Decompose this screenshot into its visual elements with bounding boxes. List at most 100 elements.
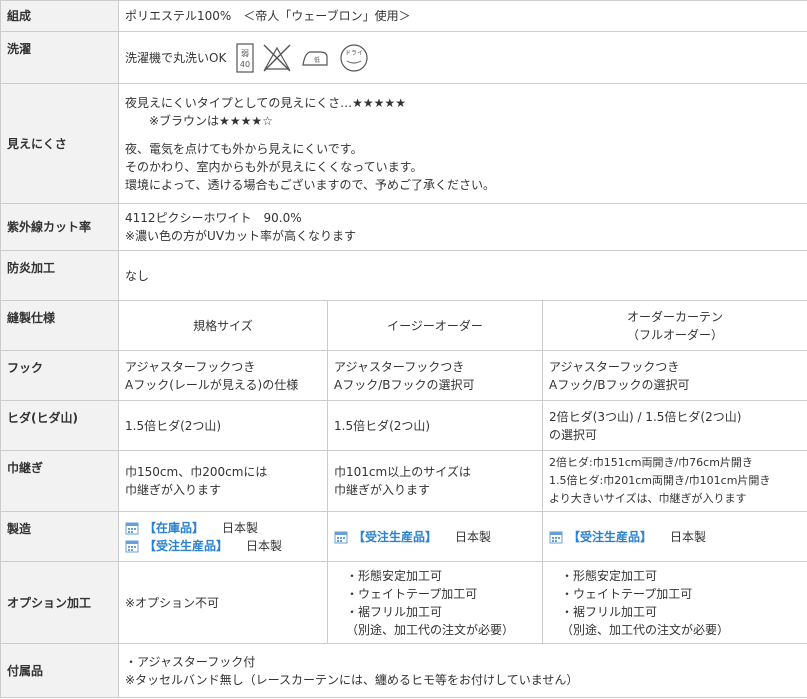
seam-easy-line1: 巾101cm以上のサイズは bbox=[334, 465, 471, 479]
pleat-full: 2倍ヒダ(3つ山) / 1.5倍ヒダ(2つ山) の選択可 bbox=[542, 400, 807, 451]
hook-standard-line1: アジャスターフックつき bbox=[125, 359, 256, 374]
row-uv: 紫外線カット率 4112ピクシーホワイト 90.0% ※濃い色の方がUVカット率… bbox=[0, 203, 807, 251]
iron-low-icon: 低 bbox=[302, 50, 328, 66]
seam-standard: 巾150cm、巾200cmには 巾継ぎが入ります bbox=[118, 450, 328, 512]
hook-full: アジャスターフックつき Aフック/Bフックの選択可 bbox=[542, 350, 807, 401]
flame-value: なし bbox=[118, 250, 807, 301]
row-manufacture: 製造 【在庫品】 日本製 【受注生産品】 日本製 【受注生産品】 日本製 【受注… bbox=[0, 511, 807, 562]
uv-line1: 4112ピクシーホワイト 90.0% bbox=[125, 211, 302, 225]
row-visibility: 見えにくさ 夜見えにくいタイプとしての見えにくさ…★★★★★ ※ブラウンは★★★… bbox=[0, 83, 807, 204]
uv-cell: 4112ピクシーホワイト 90.0% ※濃い色の方がUVカット率が高くなります bbox=[118, 203, 807, 251]
label-pleat: ヒダ(ヒダ山) bbox=[0, 400, 119, 451]
row-accessory: 付属品 ・アジャスターフック付 ※タッセルバンド無し（レースカーテンには、纏める… bbox=[0, 643, 807, 698]
option-full-l4: （別途、加工代の注文が必要） bbox=[561, 622, 730, 637]
label-uv: 紫外線カット率 bbox=[0, 203, 119, 251]
label-option: オプション加工 bbox=[0, 561, 119, 644]
uv-line2: ※濃い色の方がUVカット率が高くなります bbox=[125, 229, 357, 243]
made-to-order-label: 【受注生産品】 bbox=[353, 529, 438, 544]
option-full-l2: ・ウェイトテープ加工可 bbox=[561, 586, 693, 601]
seam-easy-line2: 巾継ぎが入ります bbox=[334, 483, 431, 497]
option-easy-l1: ・形態安定加工可 bbox=[346, 568, 443, 583]
manufacture-made-to-order: 【受注生産品】 日本製 bbox=[125, 537, 321, 555]
manufacture-easy-item: 【受注生産品】 日本製 bbox=[334, 528, 536, 546]
composition-value: ポリエステル100% ＜帝人「ウェーブロン」使用＞ bbox=[118, 0, 807, 32]
label-seam: 巾継ぎ bbox=[0, 450, 119, 512]
dry-clean-icon: ドライ bbox=[340, 43, 368, 72]
hook-full-line2: Aフック/Bフックの選択可 bbox=[549, 377, 690, 392]
pleat-easy: 1.5倍ヒダ(2つ山) bbox=[327, 400, 543, 451]
calendar-icon bbox=[125, 522, 139, 534]
seam-full-line1: 2倍ヒダ:巾151cm両開き/巾76cm片開き bbox=[549, 456, 753, 469]
option-full-l3: ・裾フリル加工可 bbox=[561, 604, 658, 619]
dry-label: ドライ bbox=[345, 50, 363, 57]
option-easy-l2: ・ウェイトテープ加工可 bbox=[346, 586, 478, 601]
accessory-cell: ・アジャスターフック付 ※タッセルバンド無し（レースカーテンには、纏めるヒモ等を… bbox=[118, 643, 807, 698]
row-composition: 組成 ポリエステル100% ＜帝人「ウェーブロン」使用＞ bbox=[0, 0, 807, 32]
hook-standard-line2: Aフック(レールが見える)の仕様 bbox=[125, 377, 299, 392]
hook-standard: アジャスターフックつき Aフック(レールが見える)の仕様 bbox=[118, 350, 328, 401]
seam-standard-line2: 巾継ぎが入ります bbox=[125, 483, 222, 497]
origin-label: 日本製 bbox=[246, 538, 283, 553]
calendar-icon bbox=[125, 540, 139, 552]
made-to-order-label: 【受注生産品】 bbox=[144, 538, 229, 553]
spec-table: 組成 ポリエステル100% ＜帝人「ウェーブロン」使用＞ 洗濯 洗濯機で丸洗いO… bbox=[0, 0, 807, 698]
wash-kanji-label: 弱 bbox=[241, 49, 249, 58]
hook-easy-line1: アジャスターフックつき bbox=[334, 359, 465, 374]
row-pleat: ヒダ(ヒダ山) 1.5倍ヒダ(2つ山) 1.5倍ヒダ(2つ山) 2倍ヒダ(3つ山… bbox=[0, 400, 807, 451]
row-washing: 洗濯 洗濯機で丸洗いOK 弱 40 低 ドライ bbox=[0, 31, 807, 84]
visibility-line4: そのかわり、室内からも外が見えにくくなっています。 bbox=[125, 159, 423, 174]
washing-icons: 弱 40 低 ドライ bbox=[236, 42, 370, 73]
hook-easy: アジャスターフックつき Aフック/Bフックの選択可 bbox=[327, 350, 543, 401]
label-hook: フック bbox=[0, 350, 119, 401]
manufacture-full-item: 【受注生産品】 日本製 bbox=[549, 528, 801, 546]
row-hook: フック アジャスターフックつき Aフック(レールが見える)の仕様 アジャスターフ… bbox=[0, 350, 807, 401]
option-standard: ※オプション不可 bbox=[118, 561, 328, 644]
calendar-icon bbox=[549, 531, 563, 543]
col-full-order-line1: オーダーカーテン bbox=[626, 309, 723, 324]
washing-value: 洗濯機で丸洗いOK bbox=[125, 50, 227, 65]
row-seam: 巾継ぎ 巾150cm、巾200cmには 巾継ぎが入ります 巾101cm以上のサイ… bbox=[0, 450, 807, 512]
in-stock-label: 【在庫品】 bbox=[144, 520, 205, 535]
label-sewing: 縫製仕様 bbox=[0, 300, 119, 351]
label-manufacture: 製造 bbox=[0, 511, 119, 562]
row-sewing: 縫製仕様 規格サイズ イージーオーダー オーダーカーテン （フルオーダー） bbox=[0, 300, 807, 351]
visibility-line1: 夜見えにくいタイプとしての見えにくさ…★★★★★ bbox=[125, 95, 406, 110]
seam-full: 2倍ヒダ:巾151cm両開き/巾76cm片開き 1.5倍ヒダ:巾201cm両開き… bbox=[542, 450, 807, 512]
wash-temp-label: 40 bbox=[240, 60, 250, 69]
col-easy-order: イージーオーダー bbox=[327, 300, 543, 351]
origin-label: 日本製 bbox=[222, 520, 259, 535]
calendar-icon bbox=[334, 531, 348, 543]
label-composition: 組成 bbox=[0, 0, 119, 32]
hook-easy-line2: Aフック/Bフックの選択可 bbox=[334, 377, 475, 392]
accessory-line1: ・アジャスターフック付 bbox=[125, 654, 256, 669]
manufacture-standard: 【在庫品】 日本製 【受注生産品】 日本製 bbox=[118, 511, 328, 562]
hook-full-line1: アジャスターフックつき bbox=[549, 359, 680, 374]
origin-label: 日本製 bbox=[455, 529, 492, 544]
seam-full-line3: より大きいサイズは、巾継ぎが入ります bbox=[549, 492, 747, 505]
option-easy-l4: （別途、加工代の注文が必要） bbox=[346, 622, 515, 637]
seam-standard-line1: 巾150cm、巾200cmには bbox=[125, 465, 268, 479]
col-standard-size: 規格サイズ bbox=[118, 300, 328, 351]
made-to-order-label: 【受注生産品】 bbox=[568, 529, 653, 544]
option-easy: ・形態安定加工可 ・ウェイトテープ加工可 ・裾フリル加工可 （別途、加工代の注文… bbox=[327, 561, 543, 644]
iron-low-label: 低 bbox=[314, 56, 320, 64]
accessory-line2: ※タッセルバンド無し（レースカーテンには、纏めるヒモ等をお付けしていません） bbox=[125, 672, 579, 687]
seam-full-line2: 1.5倍ヒダ:巾201cm両開き/巾101cm片開き bbox=[549, 474, 771, 487]
manufacture-full: 【受注生産品】 日本製 bbox=[542, 511, 807, 562]
option-full: ・形態安定加工可 ・ウェイトテープ加工可 ・裾フリル加工可 （別途、加工代の注文… bbox=[542, 561, 807, 644]
origin-label: 日本製 bbox=[670, 529, 707, 544]
visibility-line2: ※ブラウンは★★★★☆ bbox=[149, 113, 273, 128]
no-bleach-icon bbox=[263, 44, 291, 71]
seam-easy: 巾101cm以上のサイズは 巾継ぎが入ります bbox=[327, 450, 543, 512]
option-full-l1: ・形態安定加工可 bbox=[561, 568, 658, 583]
pleat-standard: 1.5倍ヒダ(2つ山) bbox=[118, 400, 328, 451]
washing-cell: 洗濯機で丸洗いOK 弱 40 低 ドライ bbox=[118, 31, 807, 84]
row-flame: 防炎加工 なし bbox=[0, 250, 807, 301]
label-flame: 防炎加工 bbox=[0, 250, 119, 301]
manufacture-stock: 【在庫品】 日本製 bbox=[125, 519, 321, 537]
visibility-line3: 夜、電気を点けても外から見えにくいです。 bbox=[125, 141, 363, 156]
col-full-order: オーダーカーテン （フルオーダー） bbox=[542, 300, 807, 351]
row-option: オプション加工 ※オプション不可 ・形態安定加工可 ・ウェイトテープ加工可 ・裾… bbox=[0, 561, 807, 644]
pleat-full-line2: の選択可 bbox=[549, 427, 598, 442]
option-easy-l3: ・裾フリル加工可 bbox=[346, 604, 443, 619]
